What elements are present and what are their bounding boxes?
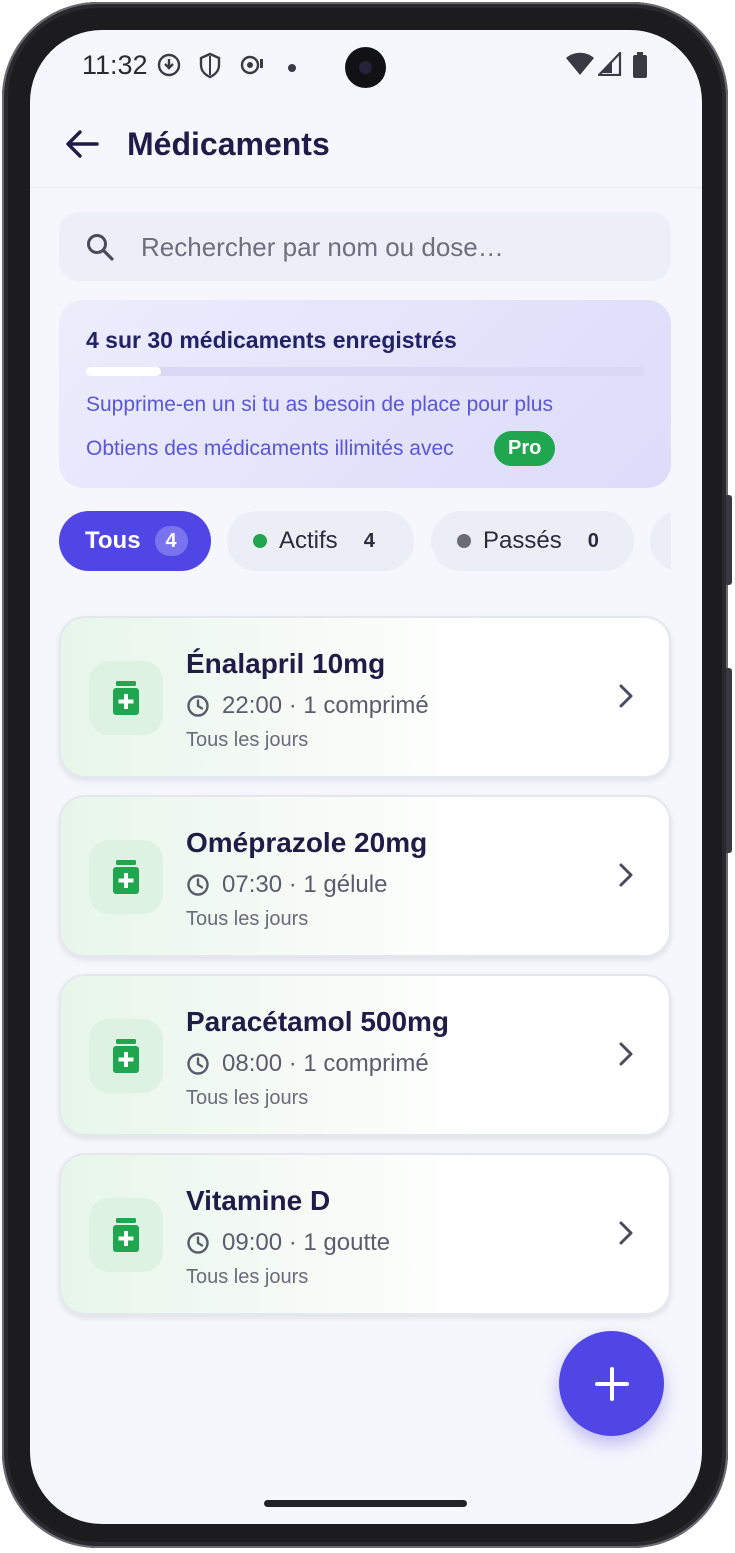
medication-schedule-text: 08:00 · 1 comprimé <box>222 1050 429 1077</box>
medication-card[interactable]: Vitamine D 09:00 · 1 goutte Tous les jou… <box>59 1153 671 1315</box>
medication-icon-container <box>89 1019 163 1093</box>
medicine-bottle-icon <box>113 1039 139 1073</box>
filter-chip-label: Passés <box>483 527 562 554</box>
active-status-dot-icon <box>253 534 267 548</box>
quota-upsell-text[interactable]: Obtiens des médicaments illimités avec <box>86 437 454 461</box>
filter-chip-more[interactable] <box>650 511 671 571</box>
download-status-icon <box>157 53 181 77</box>
medication-name: Oméprazole 20mg <box>186 827 428 858</box>
medication-frequency: Tous les jours <box>186 1266 309 1288</box>
chevron-right-icon <box>619 1221 633 1245</box>
medication-icon-container <box>89 840 163 914</box>
filter-chip-label: Tous <box>85 527 141 554</box>
medication-frequency: Tous les jours <box>186 908 309 930</box>
medication-card[interactable]: Oméprazole 20mg 07:30 · 1 gélule Tous le… <box>59 795 671 957</box>
wifi-icon <box>566 52 594 75</box>
page-title: Médicaments <box>127 126 330 162</box>
clock-icon <box>187 1053 209 1075</box>
filter-chip-count: 4 <box>363 529 375 552</box>
medication-frequency: Tous les jours <box>186 729 309 751</box>
plus-icon <box>594 1366 629 1401</box>
clock-icon <box>187 874 209 896</box>
screen: 11:32 Médicaments Rechercher par nom ou … <box>30 30 702 1524</box>
medicine-bottle-icon <box>113 681 139 715</box>
filter-chip-count: 0 <box>587 529 599 552</box>
medication-card[interactable]: Paracétamol 500mg 08:00 · 1 comprimé Tou… <box>59 974 671 1136</box>
medication-schedule-text: 07:30 · 1 gélule <box>222 871 388 898</box>
medication-name: Énalapril 10mg <box>186 648 386 679</box>
medication-schedule: 22:00 · 1 comprimé <box>186 692 429 720</box>
side-button <box>726 495 732 585</box>
pro-badge[interactable]: Pro <box>494 431 556 466</box>
add-medication-button[interactable] <box>559 1331 664 1436</box>
clock-icon <box>187 1232 209 1254</box>
filter-chip-count: 4 <box>154 526 188 556</box>
filter-chip-active[interactable]: Actifs 4 <box>227 511 414 571</box>
app-header: Médicaments <box>30 110 702 188</box>
side-button <box>726 668 732 853</box>
medicine-bottle-icon <box>113 1218 139 1252</box>
notification-dot-icon <box>288 64 296 72</box>
chevron-right-icon <box>619 684 633 708</box>
status-bar: 11:32 <box>30 30 702 102</box>
search-icon <box>87 234 114 261</box>
medication-schedule: 08:00 · 1 comprimé <box>186 1050 429 1078</box>
medication-schedule-text: 09:00 · 1 goutte <box>222 1229 391 1256</box>
medication-icon-container <box>89 661 163 735</box>
medication-frequency: Tous les jours <box>186 1087 309 1109</box>
chevron-right-icon <box>619 863 633 887</box>
past-status-dot-icon <box>457 534 471 548</box>
arrow-left-icon <box>66 130 99 158</box>
back-button[interactable] <box>62 124 102 164</box>
chevron-right-icon <box>619 1042 633 1066</box>
home-indicator[interactable] <box>264 1500 467 1507</box>
battery-icon <box>633 52 647 78</box>
filter-chip-label: Actifs <box>279 527 338 554</box>
quota-hint-text: Supprime-en un si tu as besoin de place … <box>86 393 553 416</box>
medication-card[interactable]: Énalapril 10mg 22:00 · 1 comprimé Tous l… <box>59 616 671 778</box>
filter-chip-all[interactable]: Tous 4 <box>59 511 211 571</box>
quota-card: 4 sur 30 médicaments enregistrés Supprim… <box>59 300 671 488</box>
medication-name: Paracétamol 500mg <box>186 1006 450 1037</box>
medication-schedule: 07:30 · 1 gélule <box>186 871 387 899</box>
medicine-bottle-icon <box>113 860 139 894</box>
search-bar[interactable] <box>59 212 671 281</box>
filter-chips: Tous 4 Actifs 4 Passés 0 <box>59 511 671 573</box>
sync-status-icon <box>240 55 263 75</box>
front-camera <box>345 47 386 88</box>
medication-schedule: 09:00 · 1 goutte <box>186 1229 390 1257</box>
quota-progress-fill <box>86 367 161 376</box>
quota-title: 4 sur 30 médicaments enregistrés <box>86 327 457 353</box>
filter-chip-past[interactable]: Passés 0 <box>431 511 634 571</box>
medication-icon-container <box>89 1198 163 1272</box>
status-time: 11:32 <box>82 50 148 80</box>
medication-schedule-text: 22:00 · 1 comprimé <box>222 692 429 719</box>
shield-icon <box>199 52 221 79</box>
search-input[interactable] <box>141 222 641 272</box>
quota-progress-track <box>86 367 645 376</box>
medication-name: Vitamine D <box>186 1185 331 1216</box>
cellular-signal-icon <box>598 52 622 76</box>
clock-icon <box>187 695 209 717</box>
